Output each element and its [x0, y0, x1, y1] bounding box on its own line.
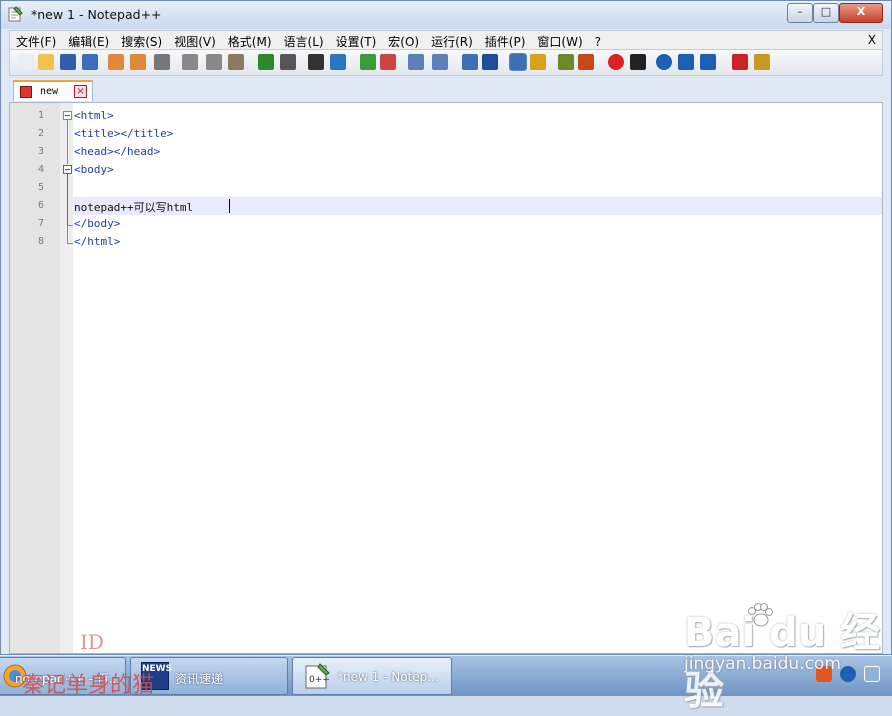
spell-check-icon[interactable] [732, 54, 748, 70]
user-lang-icon[interactable] [530, 54, 546, 70]
menu-format[interactable]: 格式(M) [222, 31, 278, 50]
watermark-user-signature: 秦记单身的猫 [22, 673, 155, 698]
watermark-id-mark: ID [80, 630, 104, 654]
notepad-window: *new 1 - Notepad++ – □ X 文件(F) 编辑(E) 搜索(S)… [0, 0, 892, 655]
fold-toggle-html[interactable] [63, 111, 72, 120]
code-line[interactable]: <head></head> [74, 145, 160, 158]
code-line[interactable]: notepad++可以写html [74, 199, 193, 215]
save-icon[interactable] [60, 54, 76, 70]
notepadpp-app-icon [8, 6, 23, 22]
editor-area[interactable]: 1 <html> 2 <title></title> 3 <head></head> 4 <b… [9, 102, 883, 654]
zoom-out-icon[interactable] [380, 54, 396, 70]
stop-record-icon[interactable] [630, 54, 646, 70]
window-title: *new 1 - Notepad++ [31, 7, 162, 22]
code-line[interactable]: <html> [74, 109, 114, 122]
line-number: 3 [37, 146, 44, 157]
code-line[interactable]: <body> [74, 163, 114, 176]
text-cursor [229, 199, 230, 213]
fold-end-marker [67, 225, 73, 226]
tab-label: new [40, 86, 59, 97]
menu-view[interactable]: 视图(V) [168, 31, 222, 50]
taskbar-item-label: *new 1 - Notep... [337, 670, 439, 684]
line-number: 4 [37, 164, 44, 175]
svg-text:0++: 0++ [309, 675, 330, 685]
close-window-button[interactable]: X [839, 3, 883, 23]
close-document-x[interactable]: X [868, 33, 876, 47]
code-line[interactable]: <title></title> [74, 127, 173, 140]
find-icon[interactable] [308, 54, 324, 70]
new-file-icon[interactable] [18, 54, 34, 70]
line-number: 1 [37, 110, 44, 121]
code-line[interactable]: </body> [74, 217, 120, 230]
taskbar-item-label: 资讯速递 [175, 672, 224, 686]
notepadpp-icon: 0++ [305, 663, 330, 689]
run-macro-multiple-icon[interactable] [678, 54, 694, 70]
menu-file[interactable]: 文件(F) [10, 31, 62, 50]
fold-toggle-body[interactable] [63, 165, 72, 174]
minimize-button[interactable]: – [787, 3, 813, 23]
baidu-paw-icon [748, 603, 773, 627]
indent-guide-icon[interactable] [509, 53, 527, 71]
tab-strip: new × [9, 77, 883, 102]
line-number: 7 [37, 218, 44, 229]
menu-language[interactable]: 语言(L) [278, 31, 330, 50]
open-file-icon[interactable] [38, 54, 54, 70]
fold-line [67, 120, 68, 164]
line-number: 8 [37, 236, 44, 247]
taskbar-item-notepadpp[interactable]: 0++ *new 1 - Notep... [292, 657, 452, 695]
record-macro-icon[interactable] [608, 54, 624, 70]
close-all-icon[interactable] [130, 54, 146, 70]
menu-macro[interactable]: 宏(O) [382, 31, 425, 50]
menu-window[interactable]: 窗口(W) [531, 31, 588, 50]
close-icon[interactable] [108, 54, 124, 70]
save-all-icon[interactable] [82, 54, 98, 70]
doc-map-icon[interactable] [558, 54, 574, 70]
replace-icon[interactable] [330, 54, 346, 70]
tab-new[interactable]: new × [13, 80, 93, 101]
copy-icon[interactable] [206, 54, 222, 70]
unsaved-file-icon [20, 86, 32, 98]
menu-bar: 文件(F) 编辑(E) 搜索(S) 视图(V) 格式(M) 语言(L) 设置(T) 宏(O) 运… [9, 30, 883, 50]
redo-icon[interactable] [280, 54, 296, 70]
baidu-jingyan-url: jingyan.baidu.com [684, 654, 841, 674]
title-bar[interactable]: *new 1 - Notepad++ – □ X [1, 1, 891, 29]
print-icon[interactable] [154, 54, 170, 70]
spell-options-icon[interactable] [754, 54, 770, 70]
line-number: 5 [37, 182, 44, 193]
menu-help[interactable]: ? [589, 33, 607, 49]
toolbar [9, 50, 883, 76]
cut-icon[interactable] [182, 54, 198, 70]
tab-close-button[interactable]: × [74, 85, 87, 98]
sync-vertical-icon[interactable] [408, 54, 424, 70]
maximize-button[interactable]: □ [813, 3, 839, 23]
menu-run[interactable]: 运行(R) [425, 31, 479, 50]
menu-plugins[interactable]: 插件(P) [479, 31, 532, 50]
play-macro-icon[interactable] [656, 54, 672, 70]
word-wrap-icon[interactable] [462, 54, 478, 70]
paste-icon[interactable] [228, 54, 244, 70]
fold-end-marker [67, 243, 73, 244]
menu-edit[interactable]: 编辑(E) [62, 31, 115, 50]
save-macro-icon[interactable] [700, 54, 716, 70]
code-line[interactable]: </html> [74, 235, 120, 248]
undo-icon[interactable] [258, 54, 274, 70]
current-line-highlight [73, 197, 882, 215]
line-number: 6 [37, 200, 44, 211]
menu-search[interactable]: 搜索(S) [115, 31, 168, 50]
zoom-in-icon[interactable] [360, 54, 376, 70]
show-all-chars-icon[interactable] [482, 54, 498, 70]
fold-line [67, 225, 68, 243]
line-number: 2 [37, 128, 44, 139]
sync-horizontal-icon[interactable] [432, 54, 448, 70]
function-list-icon[interactable] [578, 54, 594, 70]
menu-settings[interactable]: 设置(T) [330, 31, 383, 50]
